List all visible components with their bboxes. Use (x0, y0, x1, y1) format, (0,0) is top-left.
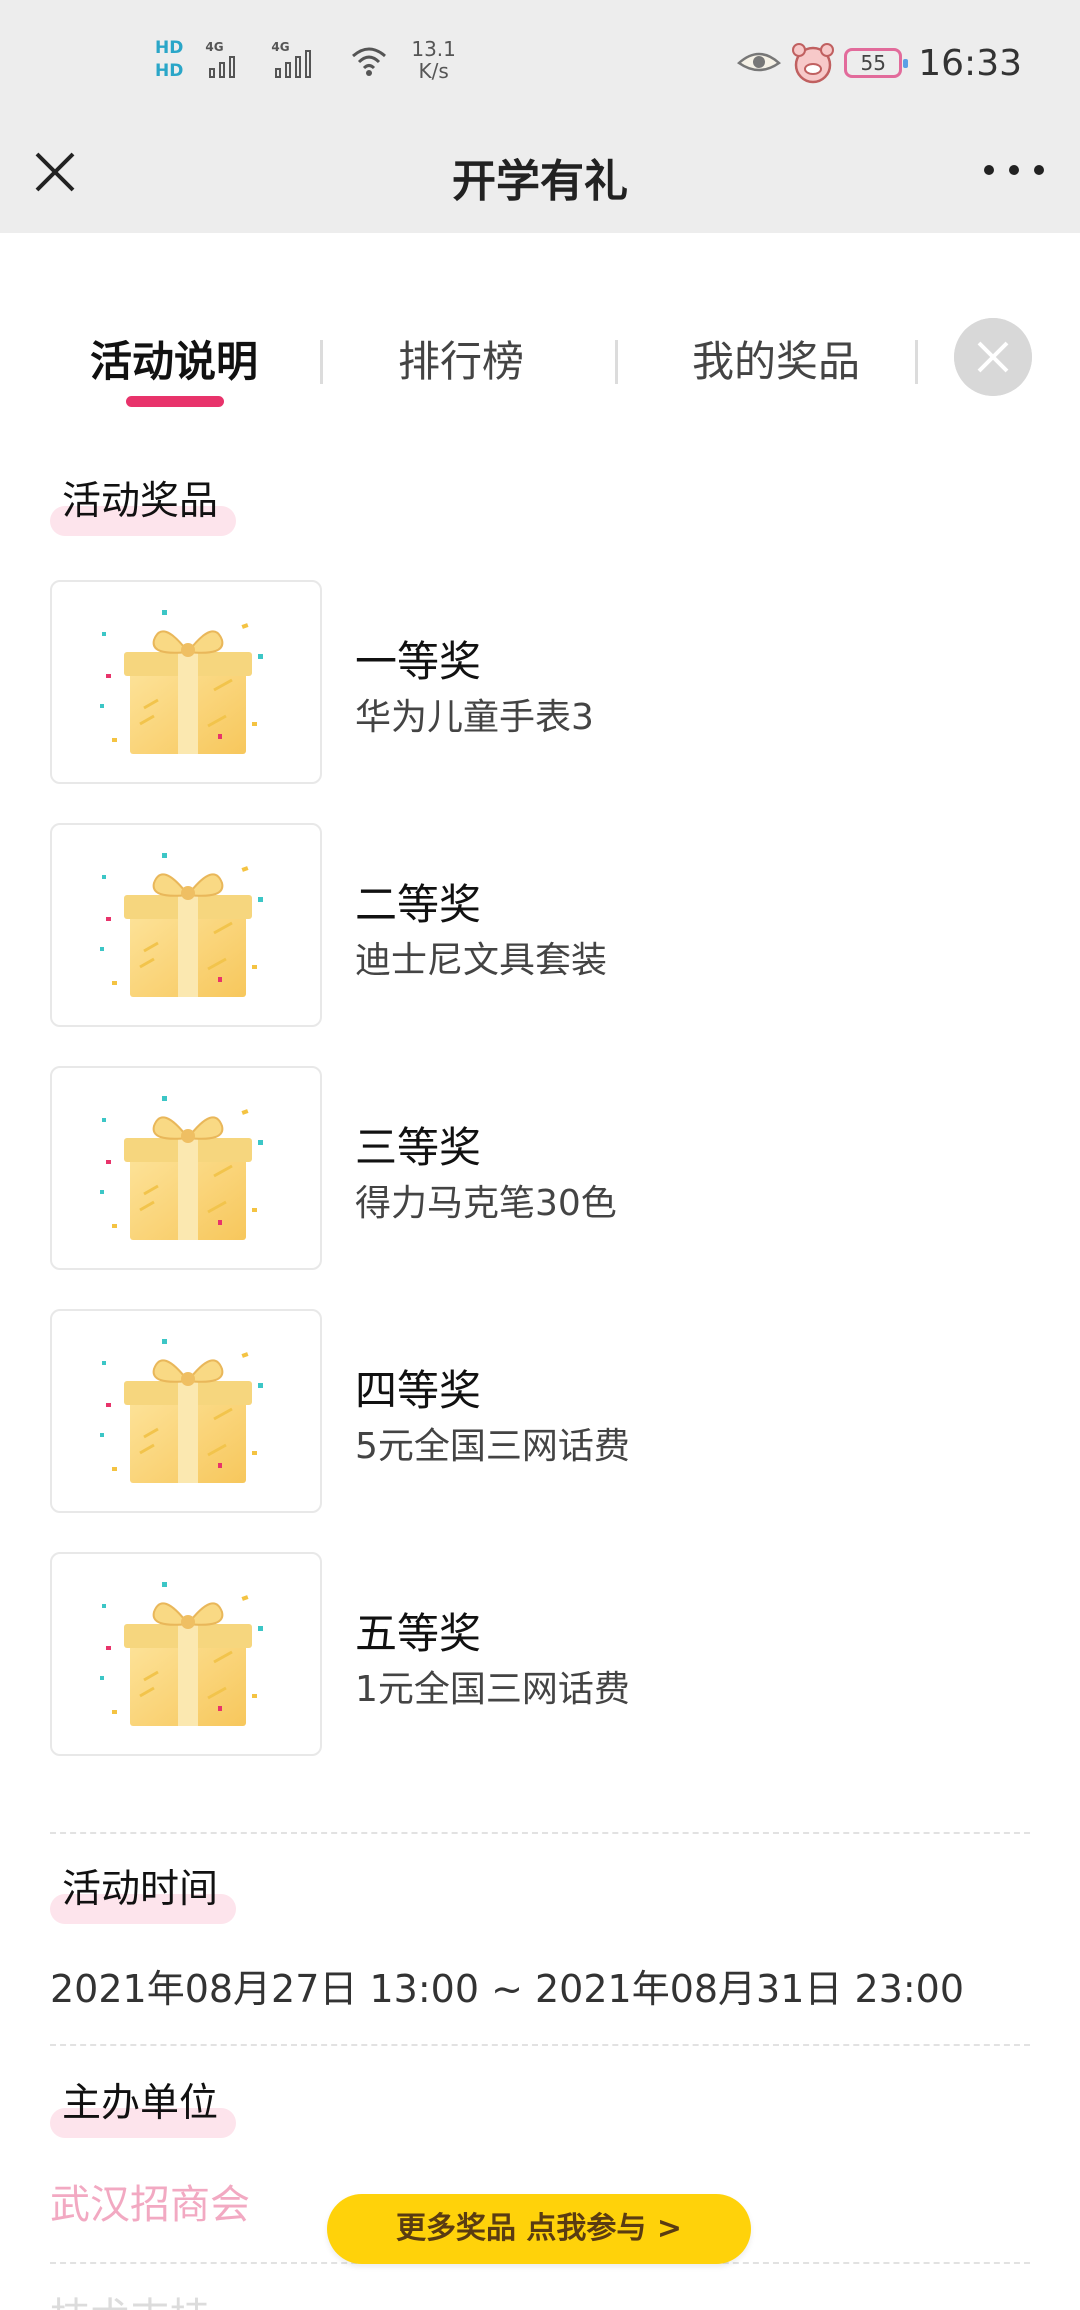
prize-item: 二等奖迪士尼文具套装 (50, 823, 950, 1027)
prize-image (50, 1552, 322, 1756)
page-title: 开学有礼 (452, 156, 628, 207)
prize-rank: 一等奖 (355, 637, 482, 686)
prize-rank: 二等奖 (355, 880, 482, 929)
gift-box-icon (100, 853, 263, 997)
prize-image (50, 823, 322, 1027)
pig-app-icon (792, 43, 835, 84)
tab-label: 活动说明 (90, 337, 259, 386)
status-left: HD HD 4G 4G 13.1 K/s (155, 30, 456, 90)
gift-box-icon (100, 1096, 263, 1240)
more-dots-icon[interactable] (984, 155, 1044, 185)
prize-description: 华为儿童手表3 (355, 697, 594, 738)
divider (50, 1832, 1030, 1834)
tab-divider (615, 340, 618, 384)
section-heading-partial: 技术支持 (50, 2285, 210, 2310)
prize-item: 一等奖华为儿童手表3 (50, 580, 950, 784)
prize-rank: 五等奖 (355, 1609, 482, 1658)
status-bar: HD HD 4G 4G 13.1 K/s 55 16:33 (0, 0, 1080, 125)
tab-label: 排行榜 (398, 337, 525, 386)
tab-bar: 活动说明 排行榜 我的奖品 (50, 310, 930, 410)
prize-image (50, 1066, 322, 1270)
hd-indicator: HD HD (155, 40, 183, 80)
prize-description: 得力马克笔30色 (355, 1183, 617, 1224)
prize-image (50, 1309, 322, 1513)
tab-leaderboard[interactable]: 排行榜 (340, 310, 630, 400)
wifi-icon (352, 47, 387, 76)
tab-label: 我的奖品 (692, 337, 861, 386)
prize-item: 五等奖 1元全国三网话费 (50, 1552, 950, 1756)
eye-care-icon (737, 52, 782, 72)
gift-box-icon (100, 1339, 263, 1483)
status-right: 55 16:33 (736, 38, 1022, 88)
prize-description: 1元全国三网话费 (355, 1669, 630, 1710)
more-prizes-join-button[interactable]: 更多奖品 点我参与 > (327, 2194, 751, 2264)
title-bar: 开学有礼 (0, 125, 1080, 233)
prize-image (50, 580, 322, 784)
prize-description: 迪士尼文具套装 (355, 940, 608, 981)
hd-label-1: HD (155, 38, 184, 58)
prize-description: 5元全国三网话费 (355, 1426, 630, 1467)
prize-item: 四等奖 5元全国三网话费 (50, 1309, 950, 1513)
active-tab-indicator (126, 396, 224, 407)
prize-rank: 三等奖 (355, 1123, 482, 1172)
signal-icon: 4G (205, 40, 249, 80)
tab-divider (915, 340, 918, 384)
tab-activity-info[interactable]: 活动说明 (50, 310, 340, 407)
tab-my-prizes[interactable]: 我的奖品 (630, 310, 920, 400)
prize-item: 三等奖得力马克笔30色 (50, 1066, 950, 1270)
network-speed: 13.1 K/s (411, 37, 456, 83)
divider (50, 2044, 1030, 2046)
gift-box-icon (100, 610, 263, 754)
battery-indicator: 55 (844, 48, 909, 78)
gift-box-icon (100, 1582, 263, 1726)
organizer-name: 武汉招商会 (50, 2182, 250, 2228)
hd-label-2: HD (155, 61, 184, 81)
prize-rank: 四等奖 (355, 1366, 482, 1415)
panel-close-button[interactable] (954, 318, 1032, 396)
signal-icon: 4G (271, 40, 327, 80)
tab-divider (320, 340, 323, 384)
activity-time-range: 2021年08月27日 13:00 ~ 2021年08月31日 23:00 (50, 1967, 965, 2011)
clock: 16:33 (918, 42, 1022, 84)
